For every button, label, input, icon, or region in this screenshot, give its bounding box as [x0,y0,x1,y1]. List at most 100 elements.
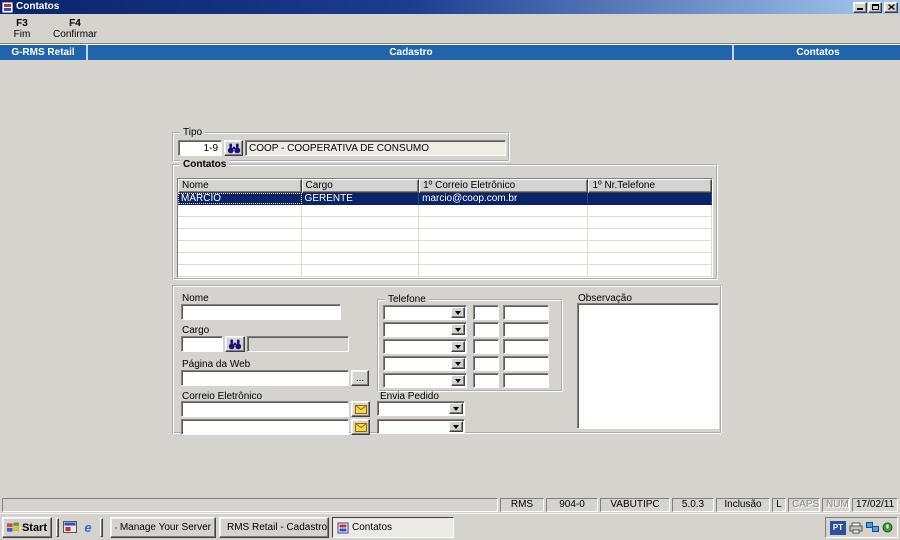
web-label: Página da Web [182,359,251,370]
web-browse-button[interactable]: ... [351,370,369,386]
dropdown-arrow-icon[interactable] [449,403,463,414]
email-send-button-2[interactable] [351,419,370,435]
status-capslock: CAPS [788,498,820,512]
telefone-ddd-input-5[interactable] [473,373,499,388]
task-button-contatos[interactable]: Contatos [332,517,454,538]
close-icon [887,3,895,10]
task-label: Contatos [352,522,393,533]
cell-cargo: GERENTE [302,193,420,204]
dropdown-arrow-icon[interactable] [451,307,465,318]
fim-button[interactable]: F3 Fim [2,15,42,42]
dropdown-arrow-icon[interactable] [451,358,465,369]
task-button-rms-retail[interactable]: RMS Retail - Cadastro / ... [219,517,329,538]
telefone-ddd-input-3[interactable] [473,339,499,354]
email-send-button-1[interactable] [351,401,370,417]
telefone-number-input-5[interactable] [503,373,549,388]
toolbar: F3 Fim F4 Confirmar [0,14,900,43]
telefone-number-input-4[interactable] [503,356,549,371]
telefone-type-select-2[interactable] [383,322,467,337]
observacao-textarea[interactable] [577,303,719,429]
confirmar-button[interactable]: F4 Confirmar [44,15,106,42]
dropdown-arrow-icon[interactable] [451,341,465,352]
telefone-number-input-1[interactable] [503,305,549,320]
envia-pedido-select-1[interactable] [377,401,465,416]
status-tray-icon[interactable] [882,522,893,533]
telefone-ddd-input-4[interactable] [473,356,499,371]
telefone-ddd-input-1[interactable] [473,305,499,320]
nome-input[interactable] [181,304,341,320]
status-version: 5.0.3 [672,498,714,512]
status-numlock: NUM [822,498,850,512]
minimize-button[interactable] [853,1,867,13]
module-header-title: Cadastro [90,45,734,60]
tipo-legend: Tipo [180,127,206,138]
language-indicator[interactable]: PT [830,520,846,535]
maximize-button[interactable] [868,1,882,13]
module-header-screen: Contatos [796,47,840,58]
tipo-description-field [245,140,506,156]
cell-nome: MARCIO [178,193,302,204]
table-row[interactable] [178,265,713,277]
email-input-1[interactable] [181,401,349,417]
network-icon[interactable] [866,522,879,533]
quicklaunch-ie-icon[interactable]: e [80,519,96,535]
cargo-search-button[interactable] [225,336,245,352]
dropdown-arrow-icon[interactable] [449,421,463,432]
tipo-search-button[interactable] [224,140,243,156]
close-button[interactable] [884,1,898,13]
task-label: RMS Retail - Cadastro / ... [227,522,328,533]
telefone-type-select-4[interactable] [383,356,467,371]
telefone-type-select-3[interactable] [383,339,467,354]
quicklaunch-app-icon[interactable] [62,519,78,535]
telefone-number-input-3[interactable] [503,339,549,354]
fim-label: Fim [13,29,31,40]
status-date: 17/02/11 [852,498,898,512]
printer-icon[interactable] [849,522,863,534]
email-icon [354,404,367,414]
rms-icon [337,522,349,533]
system-tray: PT [825,517,898,538]
table-row[interactable] [178,217,713,229]
start-button[interactable]: Start [2,517,52,538]
module-header: G-RMS Retail Cadastro Contatos [0,45,900,60]
quicklaunch-handle[interactable] [56,518,59,537]
task-label: Manage Your Server [119,522,211,533]
window-title: Contatos [16,1,60,12]
window-titlebar: Contatos [0,0,900,14]
telefone-type-select-5[interactable] [383,373,467,388]
taskband-handle[interactable] [100,518,103,537]
column-header-nome[interactable]: Nome [178,179,302,193]
dropdown-arrow-icon[interactable] [451,375,465,386]
fim-key-label: F3 [16,18,28,29]
table-row[interactable] [178,241,713,253]
cell-email: marcio@coop.com.br [419,193,589,204]
column-header-telefone[interactable]: 1º Nr.Telefone [588,179,713,193]
status-bar: RMS 904-0 VABUTIPC 5.0.3 Inclusão L CAPS… [0,497,900,513]
status-program: VABUTIPC [600,498,670,512]
confirmar-label: Confirmar [53,29,97,40]
telefone-type-select-1[interactable] [383,305,467,320]
contatos-grid: Nome Cargo 1º Correio Eletrônico 1º Nr.T… [177,178,713,278]
status-screen: 904-0 [546,498,598,512]
web-input[interactable] [181,370,349,386]
telefone-ddd-input-2[interactable] [473,322,499,337]
telefone-number-input-2[interactable] [503,322,549,337]
table-row[interactable] [178,205,713,217]
dropdown-arrow-icon[interactable] [451,324,465,335]
nome-label: Nome [182,293,209,304]
email-input-2[interactable] [181,419,349,435]
cargo-code-input[interactable] [181,336,223,352]
envia-pedido-select-2[interactable] [377,419,465,434]
column-header-cargo[interactable]: Cargo [301,179,420,193]
task-button-manage-server[interactable]: Manage Your Server [110,517,216,538]
table-row[interactable] [178,253,713,265]
confirmar-key-label: F4 [69,18,81,29]
table-row-selected[interactable]: MARCIO GERENTE marcio@coop.com.br [178,193,713,205]
telefone-groupbox: Telefone [377,294,563,392]
tipo-code-input[interactable] [178,140,222,156]
binoculars-icon [227,143,240,154]
grid-header-row: Nome Cargo 1º Correio Eletrônico 1º Nr.T… [178,179,713,193]
table-row[interactable] [178,229,713,241]
column-header-email[interactable]: 1º Correio Eletrônico [419,179,589,193]
cargo-label: Cargo [182,325,210,336]
